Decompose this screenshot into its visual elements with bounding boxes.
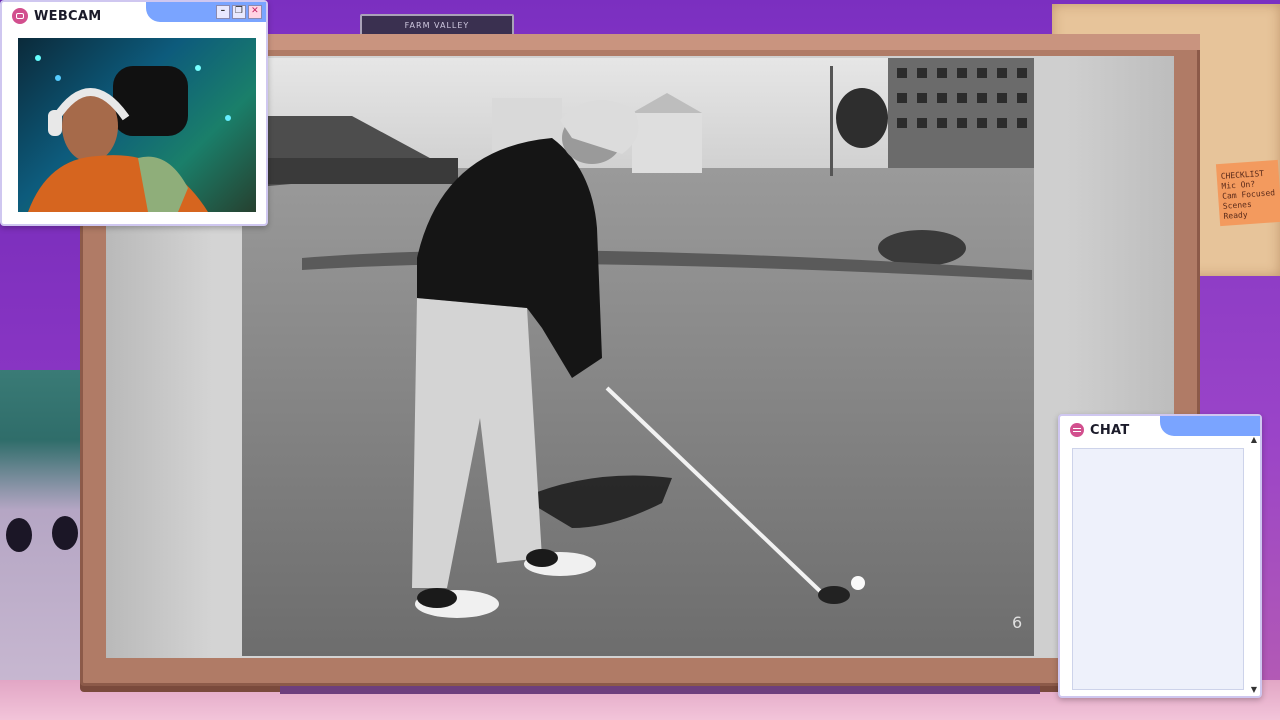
speaker-knob-icon	[52, 516, 78, 550]
restore-icon[interactable]: ❐	[232, 5, 246, 19]
webcam-titlebar[interactable]: WEBCAM – ❐ ✕	[2, 2, 266, 30]
chat-scrollbar[interactable]: ▲ ▼	[1250, 436, 1258, 694]
chat-message-area[interactable]	[1072, 448, 1244, 690]
photo-corner-number: 6	[1012, 613, 1022, 632]
streamer-video	[28, 55, 231, 212]
checklist-sticky-note: CHECKLIST Mic On? Cam Focused Scenes Rea…	[1215, 159, 1280, 227]
minimize-icon[interactable]: –	[216, 5, 230, 19]
golf-photo-illustration: 6	[242, 58, 1034, 656]
speaker-knob-icon	[6, 518, 32, 552]
chat-titlebar[interactable]: CHAT	[1060, 416, 1260, 444]
monitor-stand	[280, 686, 1040, 694]
camera-icon	[12, 8, 28, 24]
titlebar-accent-tab	[1160, 416, 1260, 436]
scroll-up-icon[interactable]: ▲	[1250, 436, 1258, 444]
left-desk	[0, 370, 80, 720]
webcam-window[interactable]: WEBCAM – ❐ ✕	[0, 0, 268, 226]
webcam-title: WEBCAM	[34, 8, 102, 24]
chat-title: CHAT	[1090, 422, 1130, 438]
close-icon[interactable]: ✕	[248, 5, 262, 19]
window-controls: – ❐ ✕	[216, 5, 262, 19]
note-line: Scenes Ready	[1222, 199, 1253, 221]
golf-photo: 6	[242, 58, 1034, 656]
webcam-feed	[18, 38, 256, 212]
chat-bubble-icon	[1070, 423, 1084, 437]
scroll-down-icon[interactable]: ▼	[1250, 686, 1258, 694]
chat-window[interactable]: CHAT ▲ ▼	[1058, 414, 1262, 698]
